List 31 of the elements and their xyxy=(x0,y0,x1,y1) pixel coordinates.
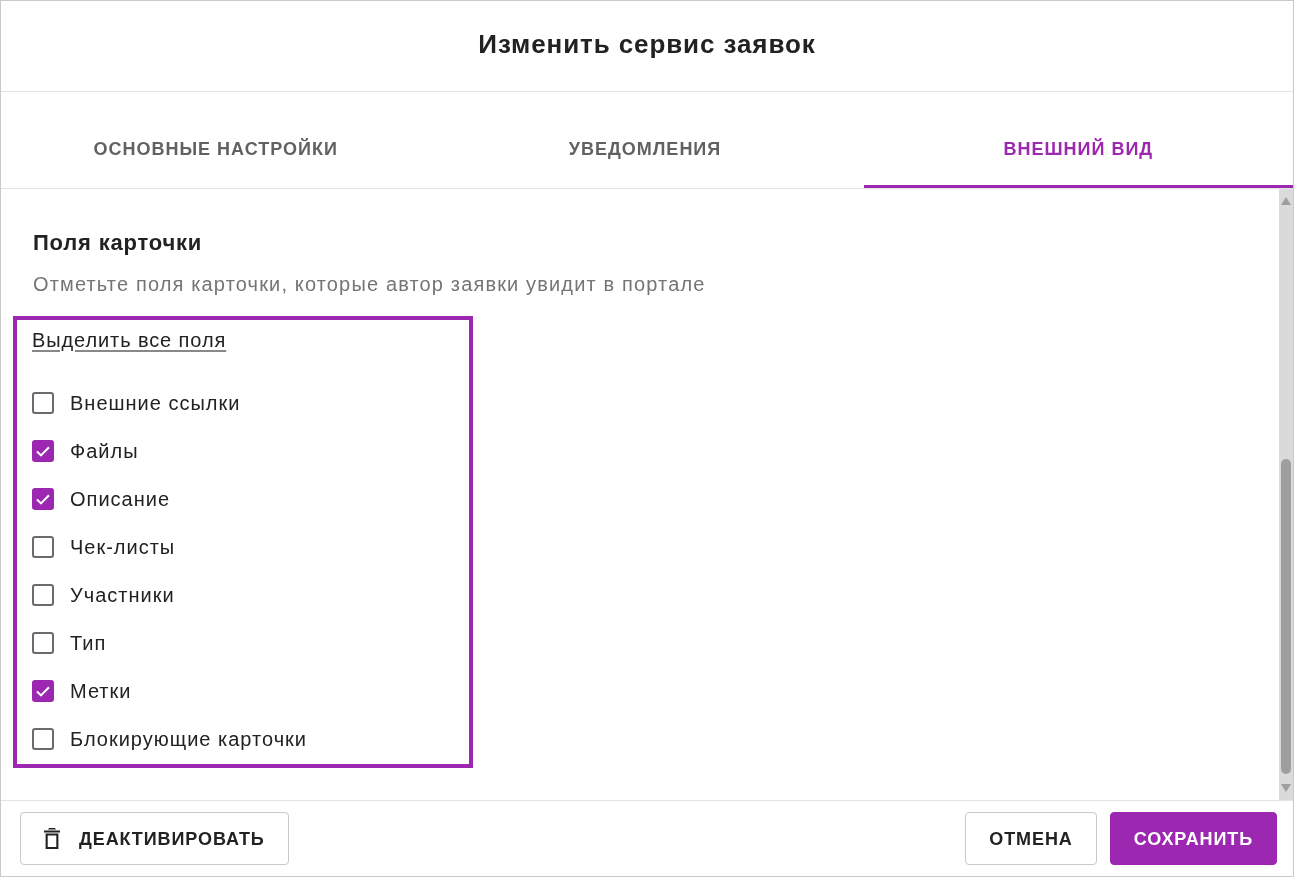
tab[interactable]: ВНЕШНИЙ ВИД xyxy=(863,92,1293,188)
tab[interactable]: УВЕДОМЛЕНИЯ xyxy=(430,92,860,188)
cancel-button[interactable]: ОТМЕНА xyxy=(965,812,1097,865)
checkbox[interactable] xyxy=(32,728,54,750)
deactivate-button[interactable]: ДЕАКТИВИРОВАТЬ xyxy=(20,812,289,865)
scrollbar-thumb[interactable] xyxy=(1281,459,1291,774)
checkbox[interactable] xyxy=(32,536,54,558)
checkbox-label: Файлы xyxy=(70,439,139,463)
checkbox[interactable] xyxy=(32,632,54,654)
checkbox[interactable] xyxy=(32,680,54,702)
select-all-link[interactable]: Выделить все поля xyxy=(32,328,227,352)
checkmark-icon xyxy=(36,493,50,505)
tab[interactable]: ОСНОВНЫЕ НАСТРОЙКИ xyxy=(1,92,431,188)
trash-icon xyxy=(44,828,60,849)
save-button[interactable]: СОХРАНИТЬ xyxy=(1109,812,1277,865)
checkbox-label: Участники xyxy=(70,583,175,607)
checkbox-label: Метки xyxy=(70,679,132,703)
checkbox[interactable] xyxy=(32,392,54,414)
checkbox-label: Описание xyxy=(70,487,171,511)
checkbox[interactable] xyxy=(32,584,54,606)
checkbox-label: Блокирующие карточки xyxy=(70,727,307,751)
checkbox-label: Чек-листы xyxy=(70,535,176,559)
checkbox-label: Тип xyxy=(70,631,107,655)
section-description: Отметьте поля карточки, которые автор заявки увидит в портале xyxy=(33,272,706,296)
section-heading: Поля карточки xyxy=(33,230,203,256)
dialog-title: Изменить сервис заявок xyxy=(478,28,816,60)
checkbox[interactable] xyxy=(32,488,54,510)
checkbox-label: Внешние ссылки xyxy=(70,391,241,415)
checkbox[interactable] xyxy=(32,440,54,462)
checkmark-icon xyxy=(36,445,50,457)
checkmark-icon xyxy=(36,685,50,697)
